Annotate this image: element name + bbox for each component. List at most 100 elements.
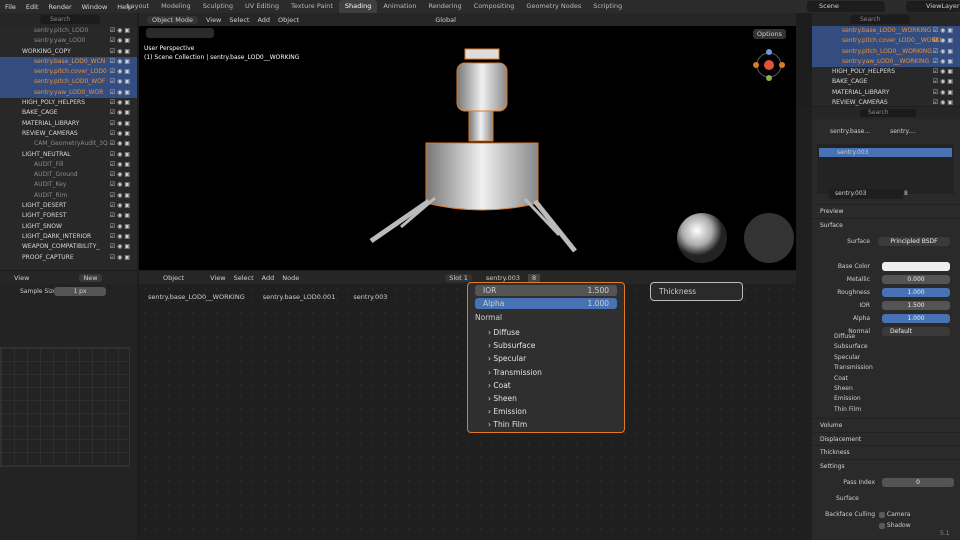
volume-panel[interactable]: Volume <box>812 418 960 432</box>
outliner-row[interactable]: AUDIT_Rim ☑◉▣ <box>0 191 137 201</box>
outliner-right-row[interactable]: sentry.pitch.cover_LOD0__WORKI ☑◉▣ <box>812 36 960 47</box>
visibility-toggles[interactable]: ☑◉▣ <box>110 129 132 139</box>
slot-selector[interactable]: Slot 1 <box>445 273 472 282</box>
node-panel-sheen[interactable]: › Sheen <box>468 392 624 405</box>
field-base-color[interactable] <box>882 262 950 271</box>
outliner-row[interactable]: WORKING_COPY ☑◉▣ <box>0 47 137 57</box>
tab-sculpting[interactable]: Sculpting <box>197 0 239 13</box>
visibility-toggles[interactable]: ☑◉▣ <box>110 88 132 98</box>
menu-edit[interactable]: Edit <box>21 3 44 11</box>
subpanel-diffuse[interactable]: Diffuse <box>834 333 855 340</box>
subpanel-transmission[interactable]: Transmission <box>834 364 873 371</box>
visibility-toggles[interactable]: ☑◉▣ <box>110 26 132 36</box>
view-layer-selector[interactable]: ViewLayer <box>906 1 960 12</box>
outliner-row[interactable]: sentry.yaw_LOD0 ☑◉▣ <box>0 36 137 46</box>
outliner-row[interactable]: LIGHT_NEUTRAL ☑◉▣ <box>0 150 137 160</box>
visibility-toggles[interactable]: ☑◉▣ <box>110 201 132 211</box>
visibility-toggles[interactable]: ☑◉▣ <box>110 160 132 170</box>
node-menu-view[interactable]: View <box>210 274 225 282</box>
visibility-toggles[interactable]: ☑◉▣ <box>110 211 132 221</box>
node-panel-emission[interactable]: › Emission <box>468 405 624 418</box>
settings-panel[interactable]: Settings <box>812 458 960 473</box>
outliner-row[interactable]: PROOF_CAPTURE ☑◉▣ <box>0 253 137 263</box>
node-menu-node[interactable]: Node <box>282 274 299 282</box>
menu-window[interactable]: Window <box>77 3 113 11</box>
outliner-right-search[interactable]: Search <box>850 15 910 24</box>
options-button[interactable]: Options <box>752 29 786 39</box>
outliner-row[interactable]: AUDIT_Key ☑◉▣ <box>0 180 137 190</box>
3d-viewport[interactable]: User Perspective (1) Scene Collection | … <box>139 13 796 270</box>
node-panel-subsurface[interactable]: › Subsurface <box>468 339 624 352</box>
subpanel-specular[interactable]: Specular <box>834 354 860 361</box>
subpanel-coat[interactable]: Coat <box>834 375 848 382</box>
surface-panel[interactable]: Surface <box>812 217 960 232</box>
ior-field[interactable]: IOR 1.500 <box>475 285 617 296</box>
tab-compositing[interactable]: Compositing <box>468 0 521 13</box>
field-metallic[interactable]: 0.000 <box>882 275 950 284</box>
field-ior[interactable]: 1.500 <box>882 301 950 310</box>
surface-settings-subpanel[interactable]: Surface <box>836 495 859 502</box>
visibility-toggles[interactable]: ☑◉▣ <box>933 36 955 46</box>
image-editor-panel[interactable]: View New Sample Size 1 px <box>0 271 137 540</box>
visibility-toggles[interactable]: ☑◉▣ <box>933 26 955 36</box>
node-panel-coat[interactable]: › Coat <box>468 379 624 392</box>
tab-geometry-nodes[interactable]: Geometry Nodes <box>520 0 587 13</box>
sample-size-field[interactable]: 1 px <box>54 287 106 296</box>
outliner-row[interactable]: sentry.base_LOD0_WCN ☑◉▣ <box>0 56 137 68</box>
orientation-selector[interactable]: Global <box>435 16 456 24</box>
outliner-row[interactable]: sentry.pitch_LOD0_WOF ☑◉▣ <box>0 77 137 88</box>
camera-checkbox[interactable]: Camera <box>879 511 910 518</box>
outliner-row[interactable]: HIGH_POLY_HELPERS ☑◉▣ <box>0 98 137 108</box>
visibility-toggles[interactable]: ☑◉▣ <box>110 108 132 118</box>
scene-selector[interactable]: Scene <box>807 1 885 12</box>
outliner-row[interactable]: AUDIT_Ground ☑◉▣ <box>0 170 137 180</box>
visibility-toggles[interactable]: ☑◉▣ <box>110 67 132 77</box>
node-panel-transmission[interactable]: › Transmission <box>468 366 624 379</box>
pass-index-field[interactable]: 0 <box>882 478 954 487</box>
tab-animation[interactable]: Animation <box>377 0 422 13</box>
material-datablock[interactable]: sentry.003 <box>829 189 903 199</box>
node-menu-select[interactable]: Select <box>234 274 254 282</box>
thickness-node[interactable]: Thickness <box>650 282 743 301</box>
material-properties[interactable]: Search sentry.base... sentry.... sentry.0… <box>812 107 960 540</box>
visibility-toggles[interactable]: ☑◉▣ <box>933 57 955 67</box>
tab-rendering[interactable]: Rendering <box>422 0 467 13</box>
thickness-panel[interactable]: Thickness <box>812 445 960 459</box>
visibility-toggles[interactable]: ☑◉▣ <box>110 139 132 149</box>
outliner-row[interactable]: CAM_GeometryAudit_3Q ☑◉▣ <box>0 139 137 149</box>
displacement-panel[interactable]: Displacement <box>812 431 960 446</box>
image-canvas[interactable] <box>0 347 130 467</box>
new-image-button[interactable]: New <box>79 273 102 282</box>
visibility-toggles[interactable]: ☑◉▣ <box>110 232 132 242</box>
shadow-checkbox[interactable]: Shadow <box>879 522 911 529</box>
outliner-right-row[interactable]: sentry.yaw_LOD0__WORKING ☑◉▣ <box>812 56 960 68</box>
outliner-row[interactable]: WEAPON_COMPATIBILITY_ ☑◉▣ <box>0 242 137 252</box>
principled-bsdf-node[interactable]: IOR 1.500 Alpha 1.000 Normal › Diffuse › Su… <box>467 282 625 433</box>
outliner-row[interactable]: AUDIT_Fill ☑◉▣ <box>0 160 137 170</box>
view-menu[interactable]: View <box>14 274 29 282</box>
mode-selector[interactable]: Object Mode <box>147 15 198 24</box>
visibility-toggles[interactable]: ☑◉▣ <box>933 67 955 77</box>
visibility-toggles[interactable]: ☑◉▣ <box>933 47 955 57</box>
viewport-menu-select[interactable]: Select <box>229 16 249 24</box>
breadcrumb-item[interactable]: sentry.003 <box>353 293 387 301</box>
visibility-toggles[interactable]: ☑◉▣ <box>933 88 955 98</box>
viewport-menu-add[interactable]: Add <box>257 16 270 24</box>
visibility-toggles[interactable]: ☑◉▣ <box>110 47 132 57</box>
field-alpha[interactable]: 1.000 <box>882 314 950 323</box>
material-slot-item[interactable]: sentry.003 <box>819 148 952 157</box>
outliner-row[interactable]: REVIEW_CAMERAS ☑◉▣ <box>0 129 137 139</box>
outliner-row[interactable]: sentry.pitch.cover_LOD0 ☑◉▣ <box>0 67 137 78</box>
visibility-toggles[interactable]: ☑◉▣ <box>110 222 132 232</box>
surface-shader-field[interactable]: Principled BSDF <box>878 237 950 246</box>
menu-render[interactable]: Render <box>43 3 76 11</box>
tab-layout[interactable]: Layout <box>121 0 155 13</box>
node-panel-diffuse[interactable]: › Diffuse <box>468 326 624 339</box>
preview-panel[interactable]: Preview <box>812 204 960 218</box>
field-roughness[interactable]: 1.000 <box>882 288 950 297</box>
visibility-toggles[interactable]: ☑◉▣ <box>110 242 132 252</box>
subpanel-emission[interactable]: Emission <box>834 395 861 402</box>
visibility-toggles[interactable]: ☑◉▣ <box>110 98 132 108</box>
breadcrumb-item[interactable]: sentry.base_LOD0.001 <box>263 293 336 301</box>
outliner-right-row[interactable]: BAKE_CAGE ☑◉▣ <box>812 77 960 87</box>
